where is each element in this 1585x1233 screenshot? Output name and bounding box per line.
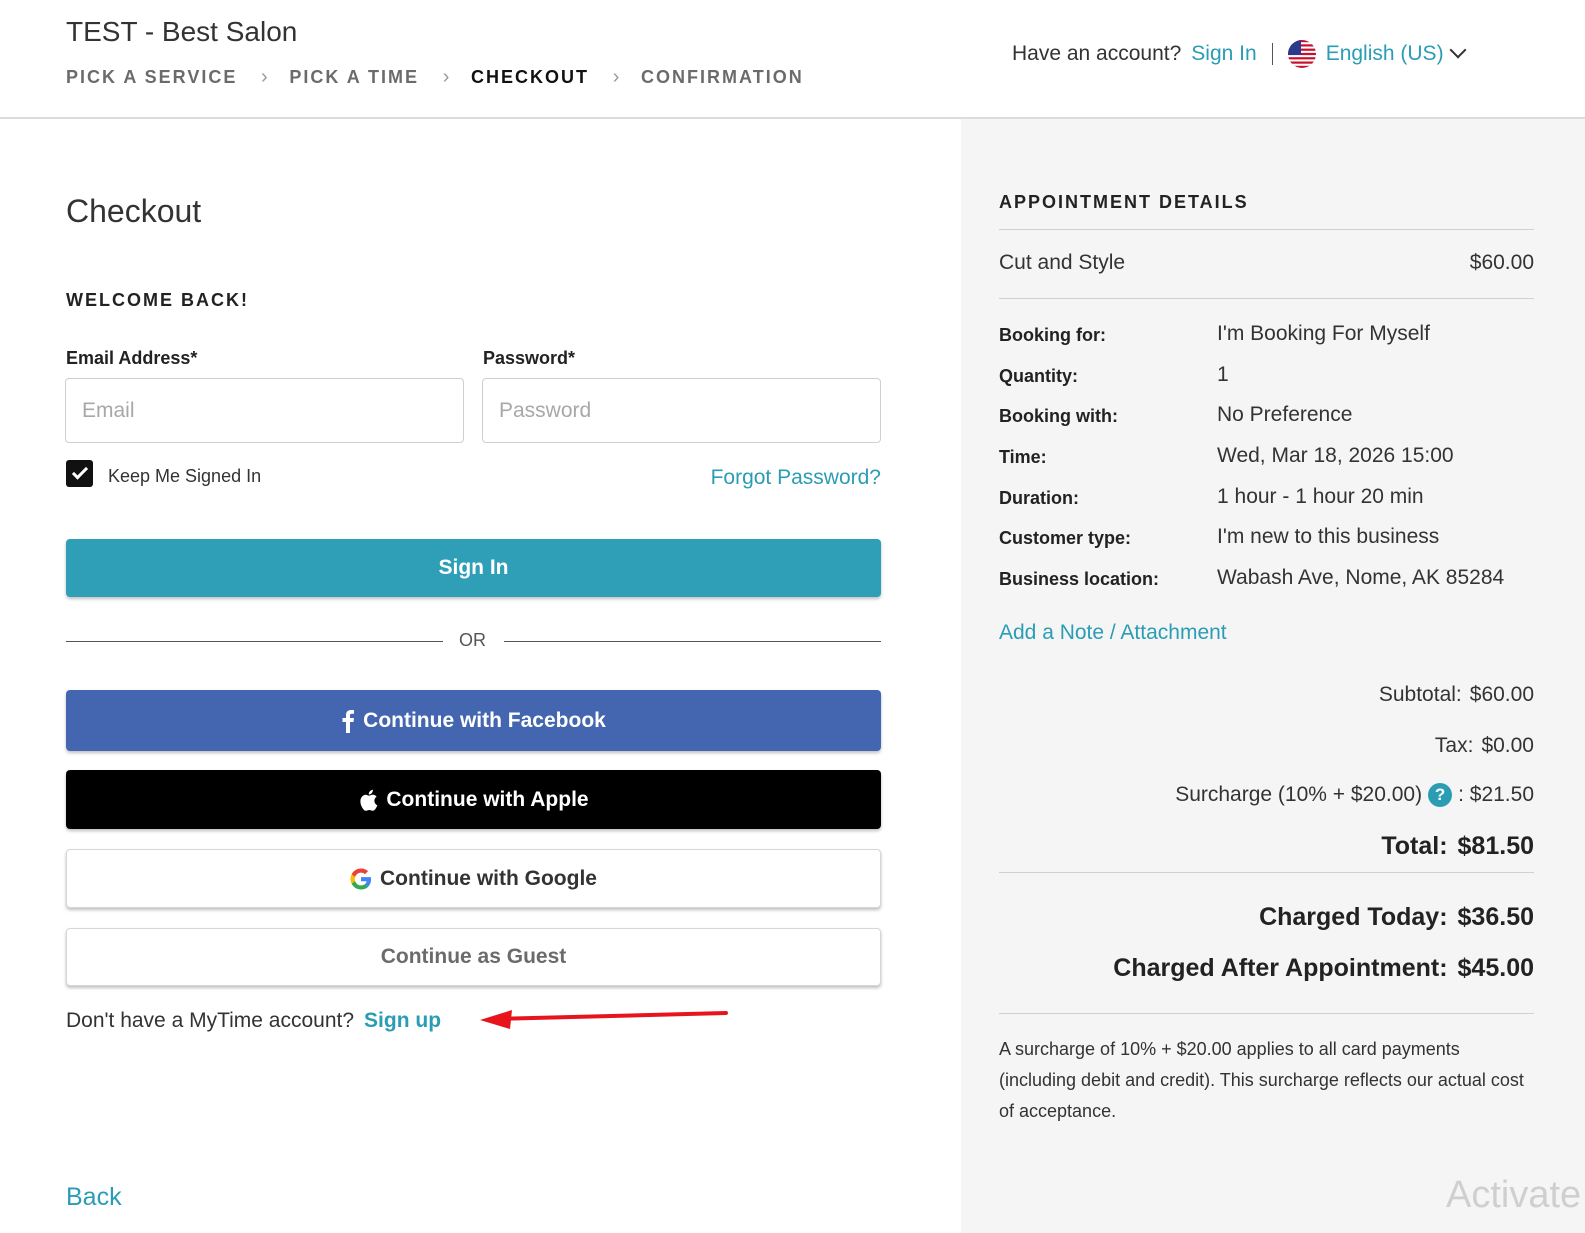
surcharge-label: Surcharge (10% + $20.00) xyxy=(1175,783,1423,806)
detail-label: Booking for: xyxy=(999,325,1106,345)
annotation-arrow xyxy=(480,1010,728,1029)
sign-up-link[interactable]: Sign up xyxy=(364,1009,441,1033)
appointment-details-panel: APPOINTMENT DETAILS Cut and Style $60.00… xyxy=(961,119,1585,1233)
detail-value: I'm new to this business xyxy=(1217,525,1440,548)
apple-icon xyxy=(358,789,378,811)
divider xyxy=(999,1013,1534,1014)
guest-button-label: Continue as Guest xyxy=(380,945,567,968)
chevron-right-icon: › xyxy=(261,66,268,88)
step-pick-service[interactable]: PICK A SERVICE xyxy=(66,67,237,88)
charged-after-label: Charged After Appointment: xyxy=(1113,954,1448,982)
tax-line: Tax: $0.00 xyxy=(1435,734,1534,758)
detail-value: No Preference xyxy=(1217,403,1353,426)
keep-signed-in-label[interactable]: Keep Me Signed In xyxy=(108,466,261,487)
detail-value: Wabash Ave, Nome, AK 85284 xyxy=(1217,566,1505,589)
detail-label: Customer type: xyxy=(999,528,1132,548)
detail-row: Business location: Wabash Ave, Nome, AK … xyxy=(999,566,1504,590)
detail-row: Quantity: 1 xyxy=(999,363,1229,387)
charged-today-value: $36.50 xyxy=(1457,903,1534,931)
service-name: Cut and Style xyxy=(999,251,1126,274)
tax-value: $0.00 xyxy=(1481,734,1534,757)
detail-value: I'm Booking For Myself xyxy=(1217,322,1430,345)
booking-steps: PICK A SERVICE › PICK A TIME › CHECKOUT … xyxy=(66,66,804,89)
sign-in-button[interactable]: Sign In xyxy=(66,539,881,597)
apple-button-label: Continue with Apple xyxy=(386,787,589,811)
service-price: $60.00 xyxy=(1469,251,1534,274)
detail-row: Customer type: I'm new to this business xyxy=(999,525,1439,549)
detail-row: Duration: 1 hour - 1 hour 20 min xyxy=(999,485,1424,509)
detail-value: 1 xyxy=(1217,363,1229,386)
password-field[interactable] xyxy=(482,378,881,443)
tax-label: Tax: xyxy=(1434,734,1474,757)
top-header: TEST - Best Salon PICK A SERVICE › PICK … xyxy=(0,0,1585,119)
detail-row: Time: Wed, Mar 18, 2026 15:00 xyxy=(999,444,1454,468)
detail-label: Time: xyxy=(999,447,1047,467)
email-field[interactable] xyxy=(65,378,464,443)
google-icon xyxy=(350,867,372,890)
signup-row: Don't have a MyTime account? Sign up xyxy=(66,1009,441,1033)
divider xyxy=(1271,43,1273,65)
detail-row: Booking with: No Preference xyxy=(999,403,1352,427)
step-confirmation: CONFIRMATION xyxy=(641,67,804,87)
account-prompt: Have an account? xyxy=(1012,42,1182,65)
charged-today-line: Charged Today: $36.50 xyxy=(1259,903,1534,932)
account-area: Have an account? Sign In English (US) xyxy=(1012,40,1467,68)
page-title: Checkout xyxy=(66,193,202,229)
divider xyxy=(999,872,1534,873)
facebook-button-label: Continue with Facebook xyxy=(363,708,606,732)
language-selector[interactable]: English (US) xyxy=(1326,42,1444,66)
total-line: Total: $81.50 xyxy=(1381,832,1534,861)
step-checkout: CHECKOUT xyxy=(471,67,590,87)
chevron-right-icon: › xyxy=(442,66,450,88)
keep-signed-in-checkbox[interactable] xyxy=(66,460,93,487)
charged-after-line: Charged After Appointment: $45.00 xyxy=(1113,954,1534,983)
surcharge-line: Surcharge (10% + $20.00) ? : $21.50 xyxy=(1175,783,1534,807)
chevron-down-icon[interactable] xyxy=(1449,41,1467,59)
subtotal-line: Subtotal: $60.00 xyxy=(1379,683,1534,707)
detail-value: Wed, Mar 18, 2026 15:00 xyxy=(1217,444,1454,467)
help-icon[interactable]: ? xyxy=(1428,783,1453,807)
activate-watermark: Activate xyxy=(1446,1174,1582,1216)
charged-today-label: Charged Today: xyxy=(1259,903,1448,931)
continue-guest-button[interactable]: Continue as Guest xyxy=(66,928,881,986)
surcharge-note: A surcharge of 10% + $20.00 applies to a… xyxy=(999,1039,1524,1121)
charged-after-value: $45.00 xyxy=(1457,954,1534,982)
step-pick-time[interactable]: PICK A TIME xyxy=(289,67,419,88)
detail-label: Booking with: xyxy=(999,406,1118,426)
salon-name: TEST - Best Salon xyxy=(66,16,298,47)
appointment-details-title: APPOINTMENT DETAILS xyxy=(999,192,1249,212)
or-divider-text: OR xyxy=(459,630,486,650)
surcharge-value: : $21.50 xyxy=(1458,783,1534,806)
total-value: $81.50 xyxy=(1457,832,1534,860)
chevron-right-icon: › xyxy=(612,66,620,88)
password-label: Password* xyxy=(483,348,576,368)
email-label: Email Address* xyxy=(66,348,198,368)
subtotal-label: Subtotal: xyxy=(1378,683,1462,706)
back-link[interactable]: Back xyxy=(66,1183,122,1212)
add-note-link[interactable]: Add a Note / Attachment xyxy=(999,621,1227,645)
detail-label: Quantity: xyxy=(999,366,1078,386)
google-button-label: Continue with Google xyxy=(380,866,597,890)
forgot-password-link[interactable]: Forgot Password? xyxy=(711,466,881,490)
or-divider-left xyxy=(66,641,443,642)
checkmark-icon xyxy=(71,463,88,480)
no-account-text: Don't have a MyTime account? xyxy=(66,1009,355,1032)
detail-row: Booking for: I'm Booking For Myself xyxy=(999,322,1430,346)
continue-apple-button[interactable]: Continue with Apple xyxy=(66,770,881,829)
continue-facebook-button[interactable]: Continue with Facebook xyxy=(66,690,881,751)
sign-in-button-label: Sign In xyxy=(438,556,509,579)
or-divider-right xyxy=(504,641,881,642)
detail-label: Business location: xyxy=(999,569,1160,589)
continue-google-button[interactable]: Continue with Google xyxy=(66,849,881,908)
divider xyxy=(999,298,1534,299)
detail-label: Duration: xyxy=(999,488,1079,508)
subtotal-value: $60.00 xyxy=(1469,683,1534,706)
detail-value: 1 hour - 1 hour 20 min xyxy=(1217,485,1424,508)
us-flag-icon xyxy=(1287,40,1316,68)
welcome-heading: WELCOME BACK! xyxy=(66,290,249,310)
divider xyxy=(999,229,1534,230)
facebook-icon xyxy=(341,709,355,733)
total-label: Total: xyxy=(1381,832,1448,860)
header-sign-in-link[interactable]: Sign In xyxy=(1191,42,1256,66)
